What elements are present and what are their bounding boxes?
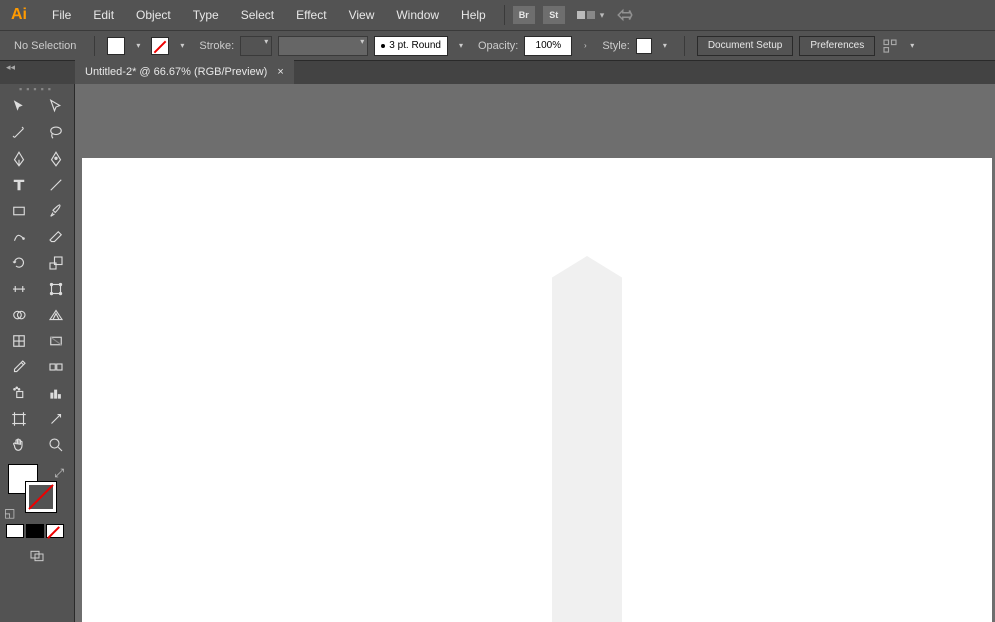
scale-tool[interactable] <box>40 250 72 276</box>
canvas-area[interactable] <box>75 84 995 622</box>
tools-collapse-icon[interactable]: ▪▪▪▪▪ <box>0 84 74 94</box>
divider <box>94 36 95 56</box>
stroke-color-swatch[interactable] <box>26 482 56 512</box>
bridge-icon[interactable]: Br <box>513 6 535 24</box>
opacity-input[interactable]: 100% <box>524 36 572 56</box>
align-dropdown[interactable]: ▾ <box>905 41 919 50</box>
panel-collapse-icon[interactable]: ◂◂ <box>6 62 15 73</box>
brush-dropdown[interactable]: ▾ <box>454 41 468 50</box>
opacity-label: Opacity: <box>478 40 518 52</box>
style-label: Style: <box>602 40 630 52</box>
fill-stroke-control[interactable]: ⤢ ◱ <box>0 462 74 522</box>
color-mode-row <box>0 522 74 540</box>
eraser-tool[interactable] <box>40 224 72 250</box>
gradient-mode-icon[interactable] <box>26 524 44 538</box>
color-mode-icon[interactable] <box>6 524 24 538</box>
stroke-swatch[interactable] <box>151 37 169 55</box>
lasso-tool[interactable] <box>40 120 72 146</box>
gradient-tool[interactable] <box>40 328 72 354</box>
column-graph-tool[interactable] <box>40 380 72 406</box>
stroke-weight-input[interactable]: ▾ <box>240 36 272 56</box>
stroke-label: Stroke: <box>199 40 234 52</box>
menu-edit[interactable]: Edit <box>83 3 124 27</box>
fill-swatch[interactable] <box>107 37 125 55</box>
stock-icon[interactable]: St <box>543 6 565 24</box>
align-icon[interactable] <box>881 37 899 55</box>
menu-bar: Ai File Edit Object Type Select Effect V… <box>0 0 995 30</box>
artboard-tool[interactable] <box>3 406 35 432</box>
style-swatch[interactable] <box>636 38 652 54</box>
app-logo: Ai <box>6 2 32 28</box>
swap-fill-stroke-icon[interactable]: ⤢ <box>54 466 64 481</box>
default-fill-stroke-icon[interactable]: ◱ <box>4 506 15 520</box>
preferences-button[interactable]: Preferences <box>799 36 875 56</box>
none-mode-icon[interactable] <box>46 524 64 538</box>
zoom-tool[interactable] <box>40 432 72 458</box>
hexagon-shape[interactable] <box>552 256 622 622</box>
document-tab-title: Untitled-2* @ 66.67% (RGB/Preview) <box>85 66 267 78</box>
close-tab-icon[interactable]: × <box>277 66 283 78</box>
curvature-tool[interactable] <box>40 146 72 172</box>
arrange-documents-icon[interactable]: ▾ <box>577 10 605 21</box>
free-transform-tool[interactable] <box>40 276 72 302</box>
slice-tool[interactable] <box>40 406 72 432</box>
magic-wand-tool[interactable] <box>3 120 35 146</box>
eyedropper-tool[interactable] <box>3 354 35 380</box>
menu-help[interactable]: Help <box>451 3 496 27</box>
divider <box>684 36 685 56</box>
document-tab[interactable]: Untitled-2* @ 66.67% (RGB/Preview) × <box>75 60 294 84</box>
brush-definition[interactable]: 3 pt. Round <box>374 36 448 56</box>
menu-object[interactable]: Object <box>126 3 181 27</box>
artboard[interactable] <box>82 158 992 622</box>
direct-selection-tool[interactable] <box>40 94 72 120</box>
blend-tool[interactable] <box>40 354 72 380</box>
options-bar: No Selection ▾ ▾ Stroke: ▾ ▾ 3 pt. Round… <box>0 30 995 60</box>
perspective-grid-tool[interactable] <box>40 302 72 328</box>
tools-panel: ▪▪▪▪▪ ⤢ ◱ <box>0 84 75 622</box>
selection-status: No Selection <box>8 38 82 54</box>
menu-type[interactable]: Type <box>183 3 229 27</box>
symbol-sprayer-tool[interactable] <box>3 380 35 406</box>
document-setup-button[interactable]: Document Setup <box>697 36 794 56</box>
rotate-tool[interactable] <box>3 250 35 276</box>
tool-grid <box>0 94 74 458</box>
rectangle-tool[interactable] <box>3 198 35 224</box>
hand-tool[interactable] <box>3 432 35 458</box>
style-dropdown[interactable]: ▾ <box>658 41 672 50</box>
fill-dropdown[interactable]: ▾ <box>131 41 145 50</box>
selection-tool[interactable] <box>3 94 35 120</box>
menu-view[interactable]: View <box>339 3 385 27</box>
menu-select[interactable]: Select <box>231 3 284 27</box>
screen-mode-icon[interactable] <box>0 540 74 572</box>
menu-effect[interactable]: Effect <box>286 3 336 27</box>
opacity-dropdown[interactable]: › <box>578 41 592 50</box>
brush-label: 3 pt. Round <box>389 40 441 51</box>
type-tool[interactable] <box>3 172 35 198</box>
shaper-tool[interactable] <box>3 224 35 250</box>
mesh-tool[interactable] <box>3 328 35 354</box>
menu-window[interactable]: Window <box>386 3 449 27</box>
menu-file[interactable]: File <box>42 3 81 27</box>
pen-tool[interactable] <box>3 146 35 172</box>
divider <box>504 5 505 25</box>
width-tool[interactable] <box>3 276 35 302</box>
variable-width-profile[interactable]: ▾ <box>278 36 368 56</box>
gpu-performance-icon[interactable] <box>616 6 634 24</box>
document-tab-bar: Untitled-2* @ 66.67% (RGB/Preview) × <box>0 60 995 84</box>
paintbrush-tool[interactable] <box>40 198 72 224</box>
stroke-dropdown[interactable]: ▾ <box>175 41 189 50</box>
line-tool[interactable] <box>40 172 72 198</box>
shape-builder-tool[interactable] <box>3 302 35 328</box>
